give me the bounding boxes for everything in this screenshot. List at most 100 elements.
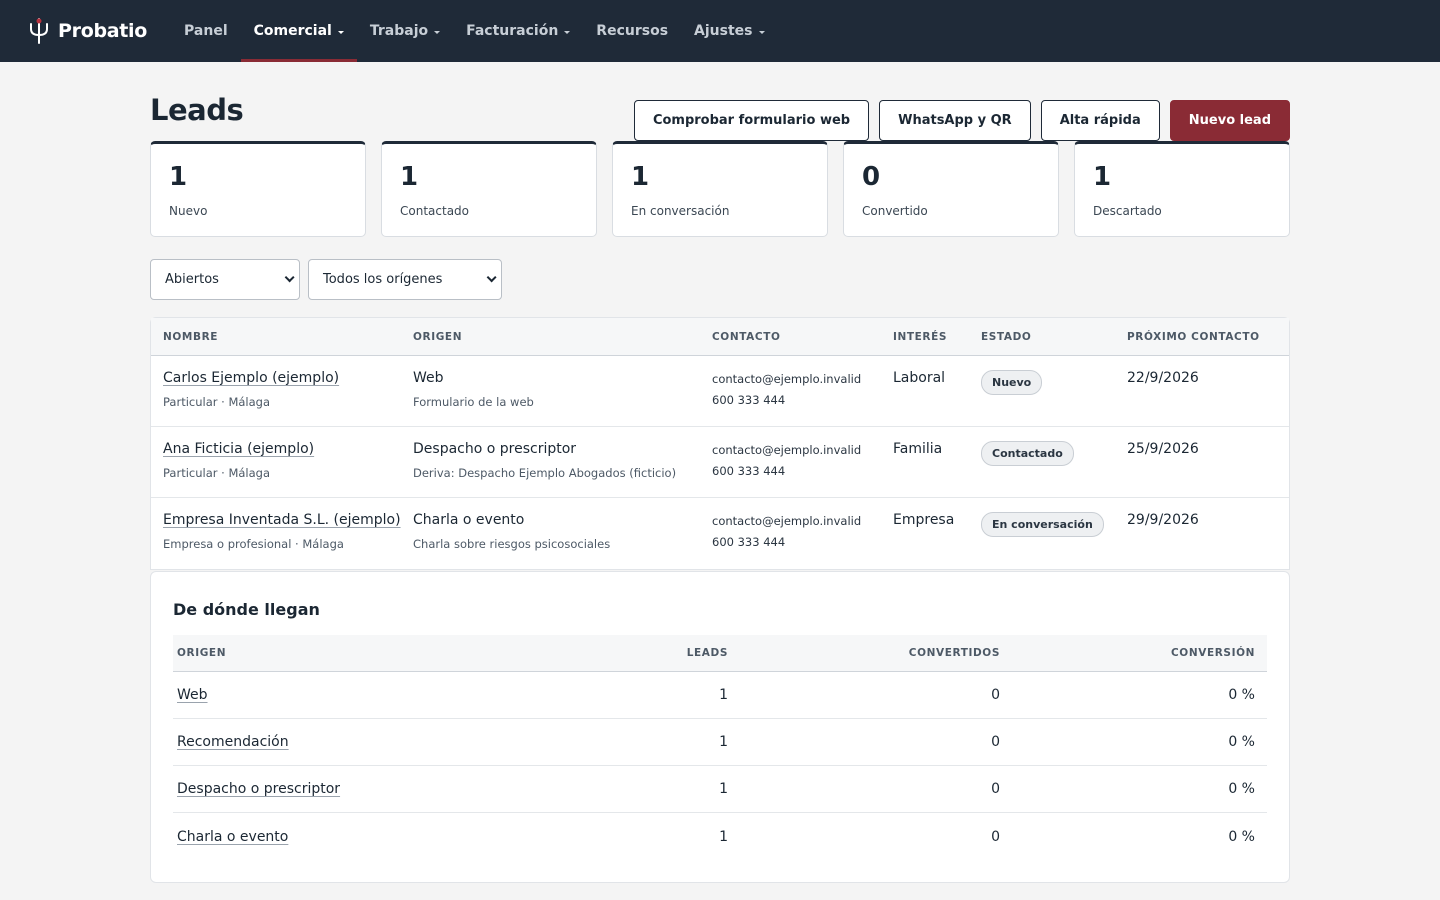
page-header: Leads Comprobar formulario web WhatsApp … xyxy=(150,62,1290,141)
origin-filter-select[interactable]: Todos los orígenes xyxy=(308,259,502,300)
nav-item-label: Facturación xyxy=(466,23,559,39)
nav-item-recursos[interactable]: Recursos xyxy=(583,0,681,62)
table-row: Recomendación 1 0 0 % xyxy=(173,719,1267,766)
converted-count: 0 xyxy=(991,828,1000,845)
check-web-form-button[interactable]: Comprobar formulario web xyxy=(633,100,870,141)
table-row[interactable]: Ana Ficticia (ejemplo) Particular · Málag… xyxy=(151,427,1289,498)
origins-panel: De dónde llegan ORIGEN LEADS CONVERTIDOS… xyxy=(150,571,1290,883)
column-header-name[interactable]: NOMBRE xyxy=(151,331,413,343)
lead-origin: Charla o evento xyxy=(413,512,525,528)
nav-item-label: Ajustes xyxy=(694,23,753,39)
next-contact-date: 22/9/2026 xyxy=(1127,370,1199,386)
nav-item-comercial[interactable]: Comercial xyxy=(240,0,358,62)
caret-down-icon xyxy=(434,30,441,34)
origin-link[interactable]: Charla o evento xyxy=(177,829,288,845)
column-header-origin[interactable]: ORIGEN xyxy=(413,331,712,343)
select-value: Abiertos xyxy=(165,272,219,287)
column-header-next-contact[interactable]: PRÓXIMO CONTACTO xyxy=(1127,331,1289,343)
status-badge: En conversación xyxy=(981,512,1104,537)
stat-value: 1 xyxy=(400,162,419,192)
conversion-rate: 0 % xyxy=(1228,828,1255,845)
lead-name-link[interactable]: Carlos Ejemplo (ejemplo) xyxy=(163,370,413,386)
leads-count: 1 xyxy=(719,828,728,845)
caret-down-icon xyxy=(564,30,571,34)
status-filter-select[interactable]: Abiertos xyxy=(150,259,300,300)
stat-label: En conversación xyxy=(631,204,730,218)
lead-email: contacto@ejemplo.invalid xyxy=(712,372,862,386)
chevron-down-icon xyxy=(486,272,497,283)
lead-phone: 600 333 444 xyxy=(712,393,786,407)
stat-value: 0 xyxy=(862,162,881,192)
nav-item-label: Comercial xyxy=(253,23,332,39)
stat-card-en-conversacion[interactable]: 1 En conversación xyxy=(612,141,828,237)
column-header-interest[interactable]: INTERÉS xyxy=(893,331,981,343)
header-actions: Comprobar formulario web WhatsApp y QR A… xyxy=(633,100,1290,141)
table-row: Charla o evento 1 0 0 % xyxy=(173,813,1267,860)
nav-item-label: Recursos xyxy=(596,23,669,39)
column-header-origin: ORIGEN xyxy=(177,647,227,659)
chevron-down-icon xyxy=(284,272,295,283)
next-contact-date: 29/9/2026 xyxy=(1127,512,1199,528)
stat-label: Descartado xyxy=(1093,204,1162,218)
column-header-conversion: CONVERSIÓN xyxy=(1171,647,1255,659)
lead-phone: 600 333 444 xyxy=(712,535,786,549)
quick-add-button[interactable]: Alta rápida xyxy=(1040,100,1160,141)
select-value: Todos los orígenes xyxy=(323,272,443,287)
lead-origin-detail: Formulario de la web xyxy=(413,395,534,409)
table-header: ORIGEN LEADS CONVERTIDOS CONVERSIÓN xyxy=(173,635,1267,672)
lead-name-link[interactable]: Ana Ficticia (ejemplo) xyxy=(163,441,413,457)
conversion-rate: 0 % xyxy=(1228,781,1255,797)
origin-link[interactable]: Recomendación xyxy=(177,734,289,750)
column-header-status[interactable]: ESTADO xyxy=(981,331,1127,343)
lead-type-location: Particular · Málaga xyxy=(163,466,271,480)
leads-table: NOMBRE ORIGEN CONTACTO INTERÉS ESTADO PR… xyxy=(150,317,1290,570)
main-content: Leads Comprobar formulario web WhatsApp … xyxy=(150,62,1290,883)
whatsapp-qr-button[interactable]: WhatsApp y QR xyxy=(879,100,1031,141)
filters: Abiertos Todos los orígenes xyxy=(150,259,1290,300)
table-row[interactable]: Empresa Inventada S.L. (ejemplo) Empresa … xyxy=(151,498,1289,569)
lead-phone: 600 333 444 xyxy=(712,464,786,478)
column-header-leads: LEADS xyxy=(686,647,728,659)
lead-origin: Web xyxy=(413,370,444,386)
table-row: Web 1 0 0 % xyxy=(173,672,1267,719)
origins-table: ORIGEN LEADS CONVERTIDOS CONVERSIÓN Web … xyxy=(173,635,1267,860)
nav-item-ajustes[interactable]: Ajustes xyxy=(681,0,777,62)
origin-link[interactable]: Web xyxy=(177,687,208,703)
nav-item-label: Panel xyxy=(184,23,228,39)
lead-origin: Despacho o prescriptor xyxy=(413,441,577,457)
nav-item-label: Trabajo xyxy=(369,23,429,39)
column-header-converted: CONVERTIDOS xyxy=(908,647,1000,659)
brand[interactable]: Probatio xyxy=(28,18,147,44)
trident-icon xyxy=(30,18,48,44)
stat-value: 1 xyxy=(631,162,650,192)
status-badge: Contactado xyxy=(981,441,1074,466)
origin-link[interactable]: Despacho o prescriptor xyxy=(177,781,340,797)
stat-card-convertido[interactable]: 0 Convertido xyxy=(843,141,1059,237)
table-row: Despacho o prescriptor 1 0 0 % xyxy=(173,766,1267,813)
nav-item-facturacion[interactable]: Facturación xyxy=(453,0,583,62)
lead-name-link[interactable]: Empresa Inventada S.L. (ejemplo) xyxy=(163,512,413,528)
nav-item-trabajo[interactable]: Trabajo xyxy=(357,0,453,62)
caret-down-icon xyxy=(337,30,344,34)
stat-card-descartado[interactable]: 1 Descartado xyxy=(1074,141,1290,237)
next-contact-date: 25/9/2026 xyxy=(1127,441,1199,457)
status-summary: 1 Nuevo 1 Contactado 1 En conversación 0… xyxy=(150,141,1290,237)
main-nav: Panel Comercial Trabajo Facturación Recu… xyxy=(171,0,777,62)
stat-card-nuevo[interactable]: 1 Nuevo xyxy=(150,141,366,237)
status-badge: Nuevo xyxy=(981,370,1043,395)
leads-count: 1 xyxy=(719,734,728,750)
top-navbar: Probatio Panel Comercial Trabajo Factura… xyxy=(0,0,1440,62)
table-row[interactable]: Carlos Ejemplo (ejemplo) Particular · Mál… xyxy=(151,356,1289,427)
caret-down-icon xyxy=(758,30,765,34)
column-header-contact[interactable]: CONTACTO xyxy=(712,331,893,343)
new-lead-button[interactable]: Nuevo lead xyxy=(1169,100,1290,141)
lead-origin-detail: Deriva: Despacho Ejemplo Abogados (ficti… xyxy=(413,466,677,480)
page-title: Leads xyxy=(150,93,244,127)
converted-count: 0 xyxy=(991,781,1000,797)
stat-card-contactado[interactable]: 1 Contactado xyxy=(381,141,597,237)
lead-interest: Empresa xyxy=(893,512,955,528)
leads-count: 1 xyxy=(719,687,728,703)
table-header: NOMBRE ORIGEN CONTACTO INTERÉS ESTADO PR… xyxy=(151,318,1289,356)
stat-label: Contactado xyxy=(400,204,469,218)
nav-item-panel[interactable]: Panel xyxy=(171,0,241,62)
